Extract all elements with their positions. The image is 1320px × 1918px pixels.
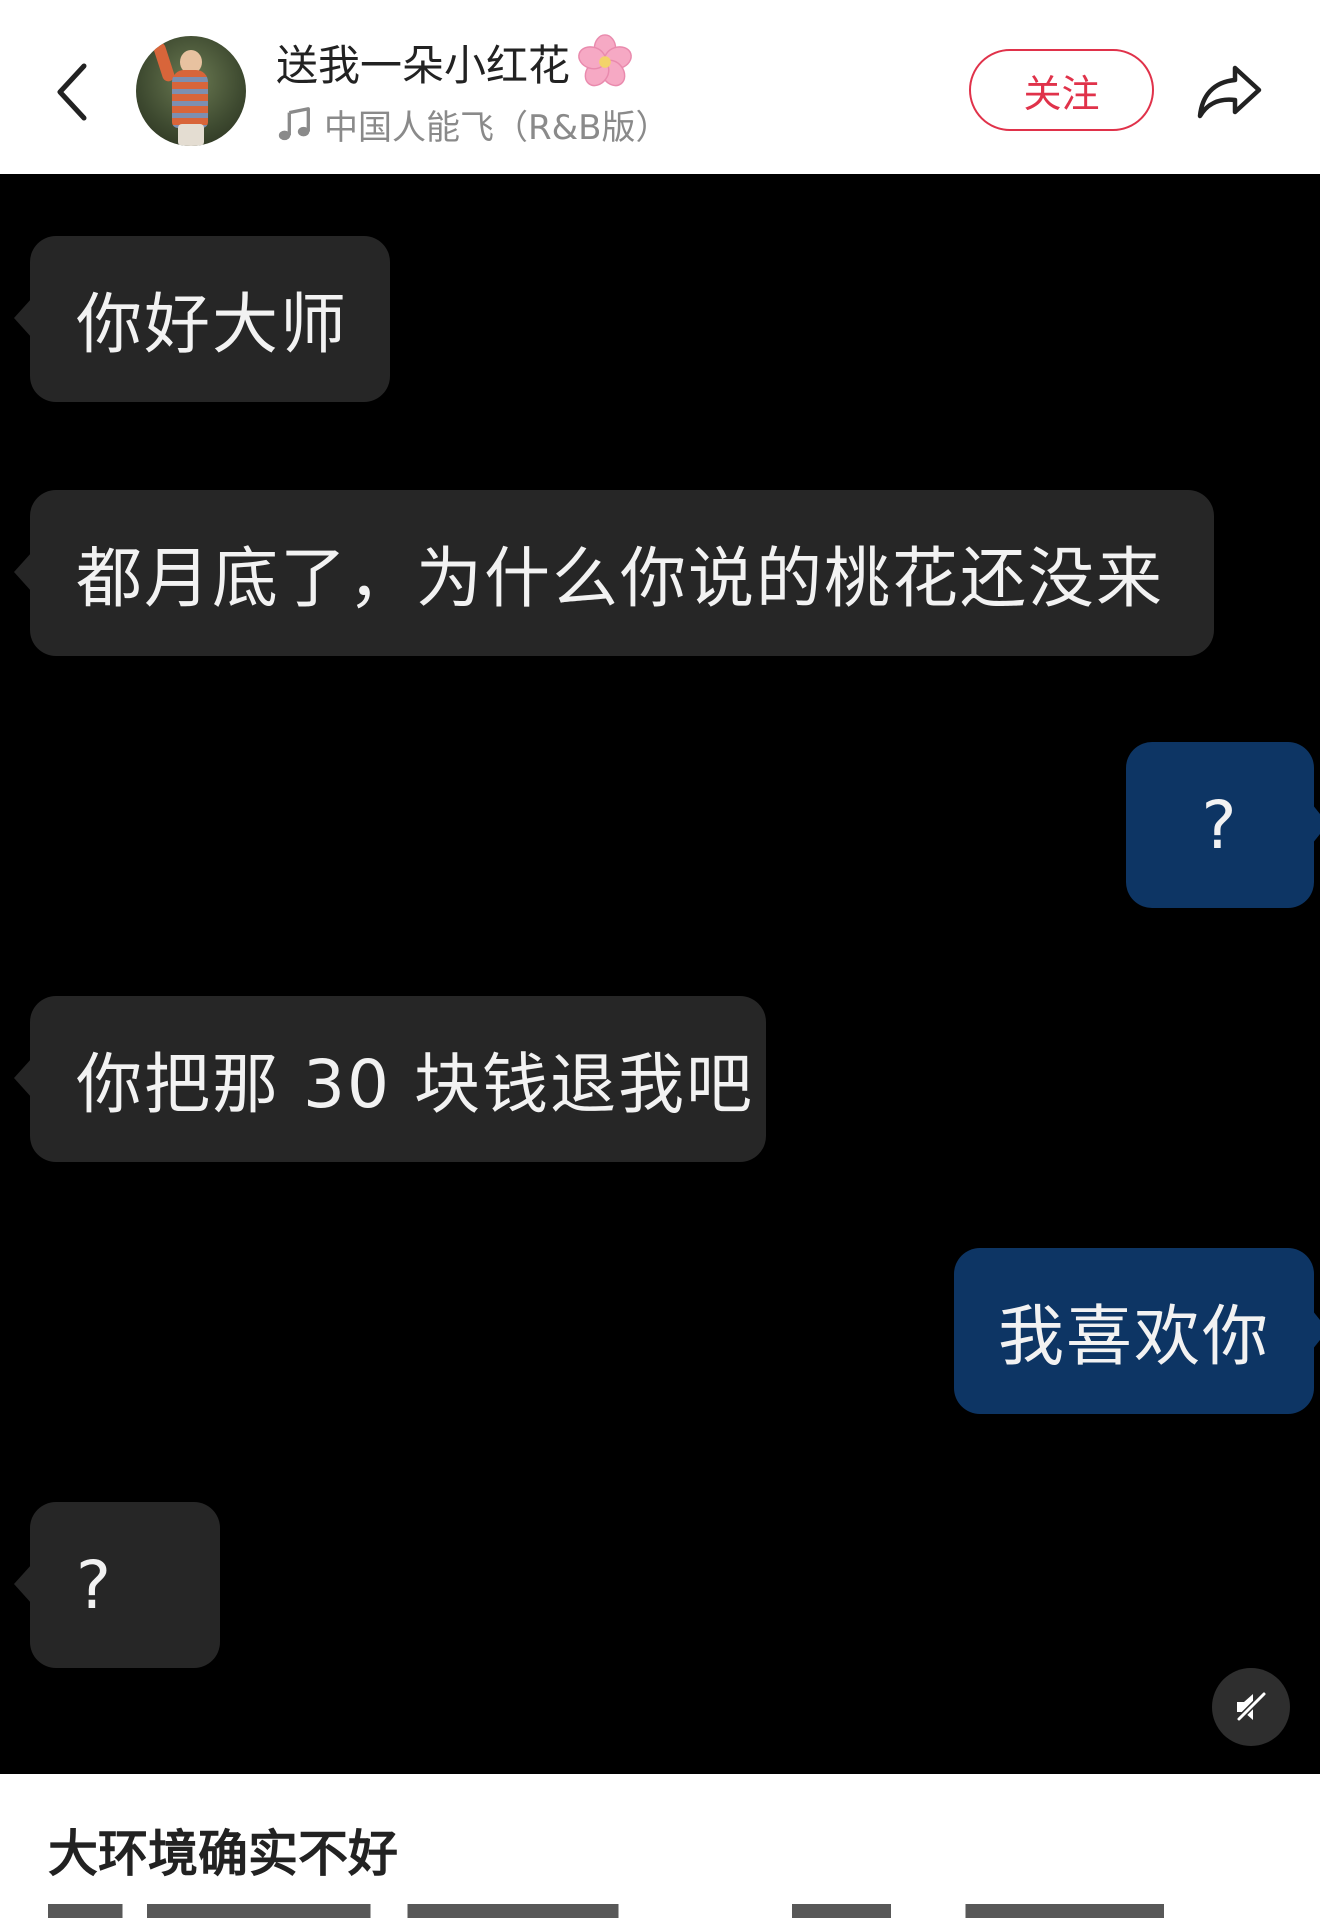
chat-bubble-incoming: ?: [14, 1502, 220, 1668]
share-button[interactable]: [1190, 52, 1270, 132]
chat-bubble-outgoing: ?: [1126, 742, 1320, 908]
post-header: 送我一朵小红花 中国人能飞（R&B版） 关注: [0, 0, 1320, 174]
chat-message-text: 你把那 30 块钱退我吧: [76, 1046, 754, 1123]
chat-bubble-incoming: 你好大师: [14, 236, 390, 402]
chat-message-text: 我喜欢你: [998, 1298, 1270, 1375]
avatar[interactable]: [136, 36, 246, 146]
post-title: 大环境确实不好: [48, 1825, 398, 1883]
author-name-text: 送我一朵小红花: [276, 40, 571, 90]
share-arrow-icon: [1197, 65, 1262, 119]
chat-bubble-incoming: 都月底了，为什么你说的桃花还没来: [14, 490, 1214, 656]
follow-button[interactable]: 关注: [969, 49, 1154, 131]
post-caption: 大环境确实不好: [0, 1774, 1320, 1918]
chat-message-text: ?: [1201, 786, 1239, 864]
chevron-left-icon: [57, 63, 87, 121]
post-image[interactable]: 你好大师 都月底了，为什么你说的桃花还没来 ? 你把那 30 块钱退我吧 我喜欢…: [0, 174, 1320, 1774]
chat-bubble-outgoing: 我喜欢你: [954, 1248, 1320, 1414]
post-page: 送我一朵小红花 中国人能飞（R&B版） 关注 你好大师 都月底了，为什么你说的桃…: [0, 0, 1320, 1918]
chat-message-text: 你好大师: [76, 286, 348, 363]
cherry-blossom-icon: [578, 34, 632, 87]
background-music[interactable]: 中国人能飞（R&B版）: [276, 100, 669, 148]
speaker-muted-icon: [1234, 1690, 1268, 1724]
mute-button[interactable]: [1212, 1668, 1290, 1746]
chat-bubble-incoming: 你把那 30 块钱退我吧: [14, 996, 766, 1162]
music-title: 中国人能飞（R&B版）: [324, 107, 670, 148]
author-name[interactable]: 送我一朵小红花: [276, 34, 634, 90]
back-button[interactable]: [40, 50, 104, 134]
chat-message-text: ?: [76, 1546, 114, 1624]
chat-message-text: 都月底了，为什么你说的桃花还没来: [76, 540, 1164, 617]
post-body-cutoff: [48, 1904, 1288, 1918]
music-note-icon: [278, 107, 310, 141]
